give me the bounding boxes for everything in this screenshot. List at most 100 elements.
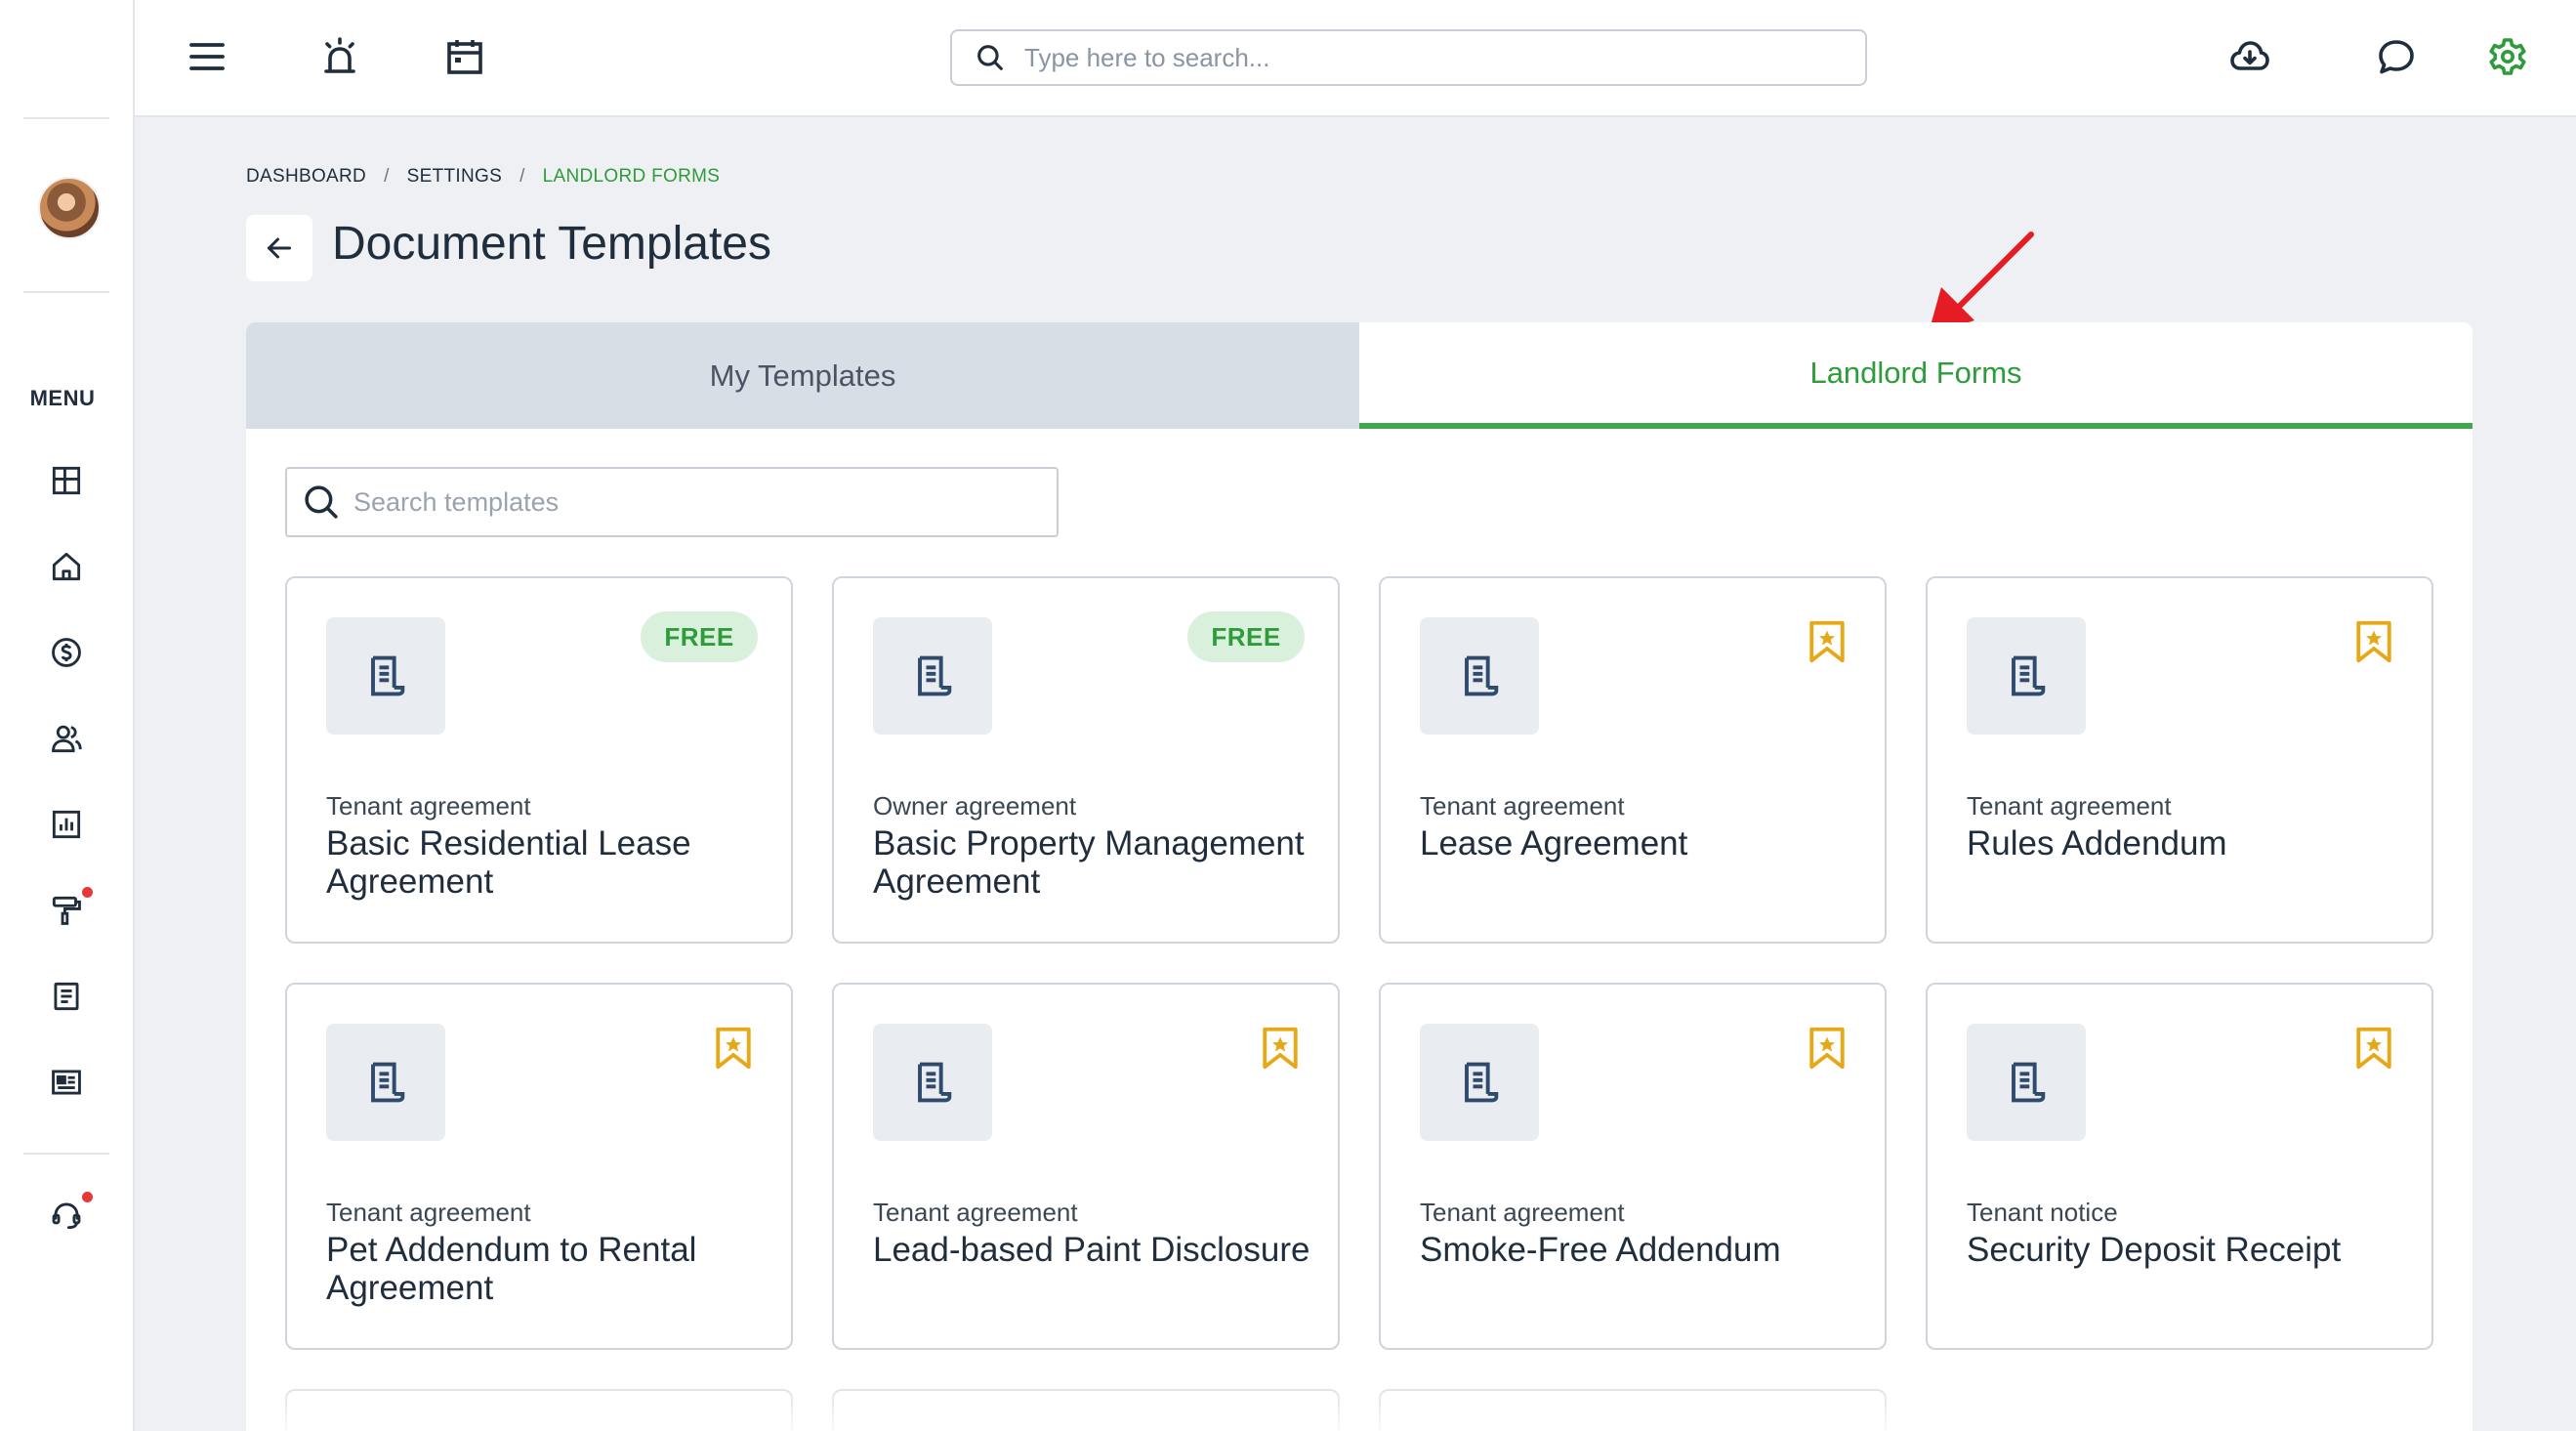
sidebar-item-properties[interactable] xyxy=(43,543,90,590)
sidebar-divider xyxy=(23,1153,109,1155)
listing-card-icon xyxy=(52,1070,81,1095)
template-title: Lease Agreement xyxy=(1420,824,1688,863)
page-title: Document Templates xyxy=(332,218,771,270)
sidebar-item-reports[interactable] xyxy=(43,801,90,848)
doc-tile xyxy=(873,617,992,735)
home-icon xyxy=(52,552,81,581)
topbar xyxy=(135,0,2576,117)
template-title: Rules Addendum xyxy=(1967,824,2227,863)
messages-button[interactable] xyxy=(2369,29,2424,84)
template-search-bar xyxy=(285,467,1059,537)
calendar-button[interactable] xyxy=(437,29,492,84)
template-card[interactable]: FREE Tenant agreement Basic Residential … xyxy=(285,576,793,944)
sidebar-item-maintenance[interactable] xyxy=(43,887,93,934)
template-category: Tenant agreement xyxy=(326,791,531,821)
template-category: Tenant agreement xyxy=(1420,791,1625,821)
alerts-button[interactable] xyxy=(312,29,367,84)
premium-bookmark-star-icon xyxy=(1809,1027,1845,1070)
breadcrumb-settings[interactable]: SETTINGS xyxy=(407,166,502,188)
cloud-download-icon xyxy=(2230,41,2269,70)
chat-bubble-icon xyxy=(2379,40,2414,74)
doc-tile xyxy=(1967,617,2086,735)
template-title: Smoke-Free Addendum xyxy=(1420,1231,1781,1269)
gear-icon xyxy=(2489,38,2526,75)
template-card[interactable]: Tenant agreement Lead-based Paint Disclo… xyxy=(832,983,1340,1350)
template-category: Tenant agreement xyxy=(326,1198,531,1227)
hamburger-menu-icon xyxy=(189,43,225,70)
doc-tile xyxy=(1420,617,1539,735)
document-icon xyxy=(2012,1062,2046,1103)
template-card[interactable]: Tenant agreement Rules Addendum xyxy=(1926,576,2433,944)
premium-bookmark-star-icon xyxy=(2356,1027,2391,1070)
dollar-icon xyxy=(52,638,81,667)
sidebar-item-support[interactable] xyxy=(43,1192,93,1239)
template-category: Owner agreement xyxy=(873,791,1077,821)
menu-label: MENU xyxy=(29,386,96,410)
people-icon xyxy=(52,725,82,753)
document-icon xyxy=(918,655,952,696)
avatar[interactable] xyxy=(38,177,101,239)
template-search-input[interactable] xyxy=(353,486,1037,518)
notification-dot xyxy=(82,1192,93,1202)
hamburger-menu-button[interactable] xyxy=(180,29,234,84)
doc-tile xyxy=(873,1024,992,1141)
document-icon xyxy=(371,1062,405,1103)
breadcrumb-dashboard[interactable]: DASHBOARD xyxy=(246,166,366,188)
search-icon xyxy=(977,45,1003,70)
sidebar-item-listings[interactable] xyxy=(43,1059,90,1106)
arrow-left-icon xyxy=(268,237,291,259)
paint-roller-icon xyxy=(52,896,81,925)
template-category: Tenant agreement xyxy=(1420,1198,1625,1227)
premium-bookmark-star-icon xyxy=(2356,620,2391,663)
free-badge: FREE xyxy=(1187,611,1305,662)
sidebar-divider xyxy=(23,291,109,293)
download-cloud-button[interactable] xyxy=(2221,29,2279,84)
document-icon xyxy=(371,655,405,696)
doc-tile xyxy=(1420,1024,1539,1141)
free-badge: FREE xyxy=(641,611,758,662)
search-icon xyxy=(305,485,338,519)
document-icon xyxy=(1465,1062,1499,1103)
doc-tile xyxy=(326,617,445,735)
document-icon xyxy=(54,982,79,1011)
tab-my-templates[interactable]: My Templates xyxy=(246,322,1359,429)
template-title: Pet Addendum to Rental Agreement xyxy=(326,1231,697,1307)
sidebar-item-people[interactable] xyxy=(43,715,90,762)
breadcrumb: DASHBOARD / SETTINGS / LANDLORD FORMS xyxy=(246,166,720,188)
document-icon xyxy=(918,1062,952,1103)
template-card[interactable]: FREE Owner agreement Basic Property Mana… xyxy=(832,576,1340,944)
sidebar-item-accounting[interactable] xyxy=(43,629,90,676)
global-search-input[interactable] xyxy=(1024,42,1825,73)
premium-bookmark-star-icon xyxy=(716,1027,751,1070)
sidebar: MENU xyxy=(0,0,135,1431)
tab-landlord-forms[interactable]: Landlord Forms xyxy=(1359,322,2472,429)
template-category: Tenant agreement xyxy=(873,1198,1078,1227)
template-category: Tenant notice xyxy=(1967,1198,2118,1227)
template-card[interactable]: Tenant agreement Pet Addendum to Rental … xyxy=(285,983,793,1350)
document-icon xyxy=(2012,655,2046,696)
template-title: Lead-based Paint Disclosure xyxy=(873,1231,1310,1269)
doc-tile xyxy=(326,1024,445,1141)
breadcrumb-separator: / xyxy=(384,166,390,187)
template-card[interactable]: Tenant agreement Smoke-Free Addendum xyxy=(1379,983,1887,1350)
notification-dot xyxy=(82,887,93,898)
template-card[interactable]: Tenant notice Security Deposit Receipt xyxy=(1926,983,2433,1350)
breadcrumb-separator: / xyxy=(519,166,525,187)
template-title: Basic Residential Lease Agreement xyxy=(326,824,691,901)
back-button[interactable] xyxy=(246,215,312,281)
doc-tile xyxy=(1967,1024,2086,1141)
sidebar-item-documents[interactable] xyxy=(43,973,90,1020)
dashboard-grid-icon xyxy=(52,466,81,495)
template-category: Tenant agreement xyxy=(1967,791,2172,821)
headset-icon xyxy=(52,1202,81,1230)
sidebar-item-dashboard[interactable] xyxy=(43,457,90,504)
siren-alarm-icon xyxy=(324,37,355,73)
sidebar-divider xyxy=(23,117,109,119)
global-search-bar xyxy=(950,29,1867,86)
template-title: Basic Property Management Agreement xyxy=(873,824,1305,901)
calendar-icon xyxy=(447,40,482,74)
template-card[interactable]: Tenant agreement Lease Agreement xyxy=(1379,576,1887,944)
breadcrumb-landlord-forms: LANDLORD FORMS xyxy=(542,166,721,187)
settings-button[interactable] xyxy=(2480,29,2535,84)
document-icon xyxy=(1465,655,1499,696)
